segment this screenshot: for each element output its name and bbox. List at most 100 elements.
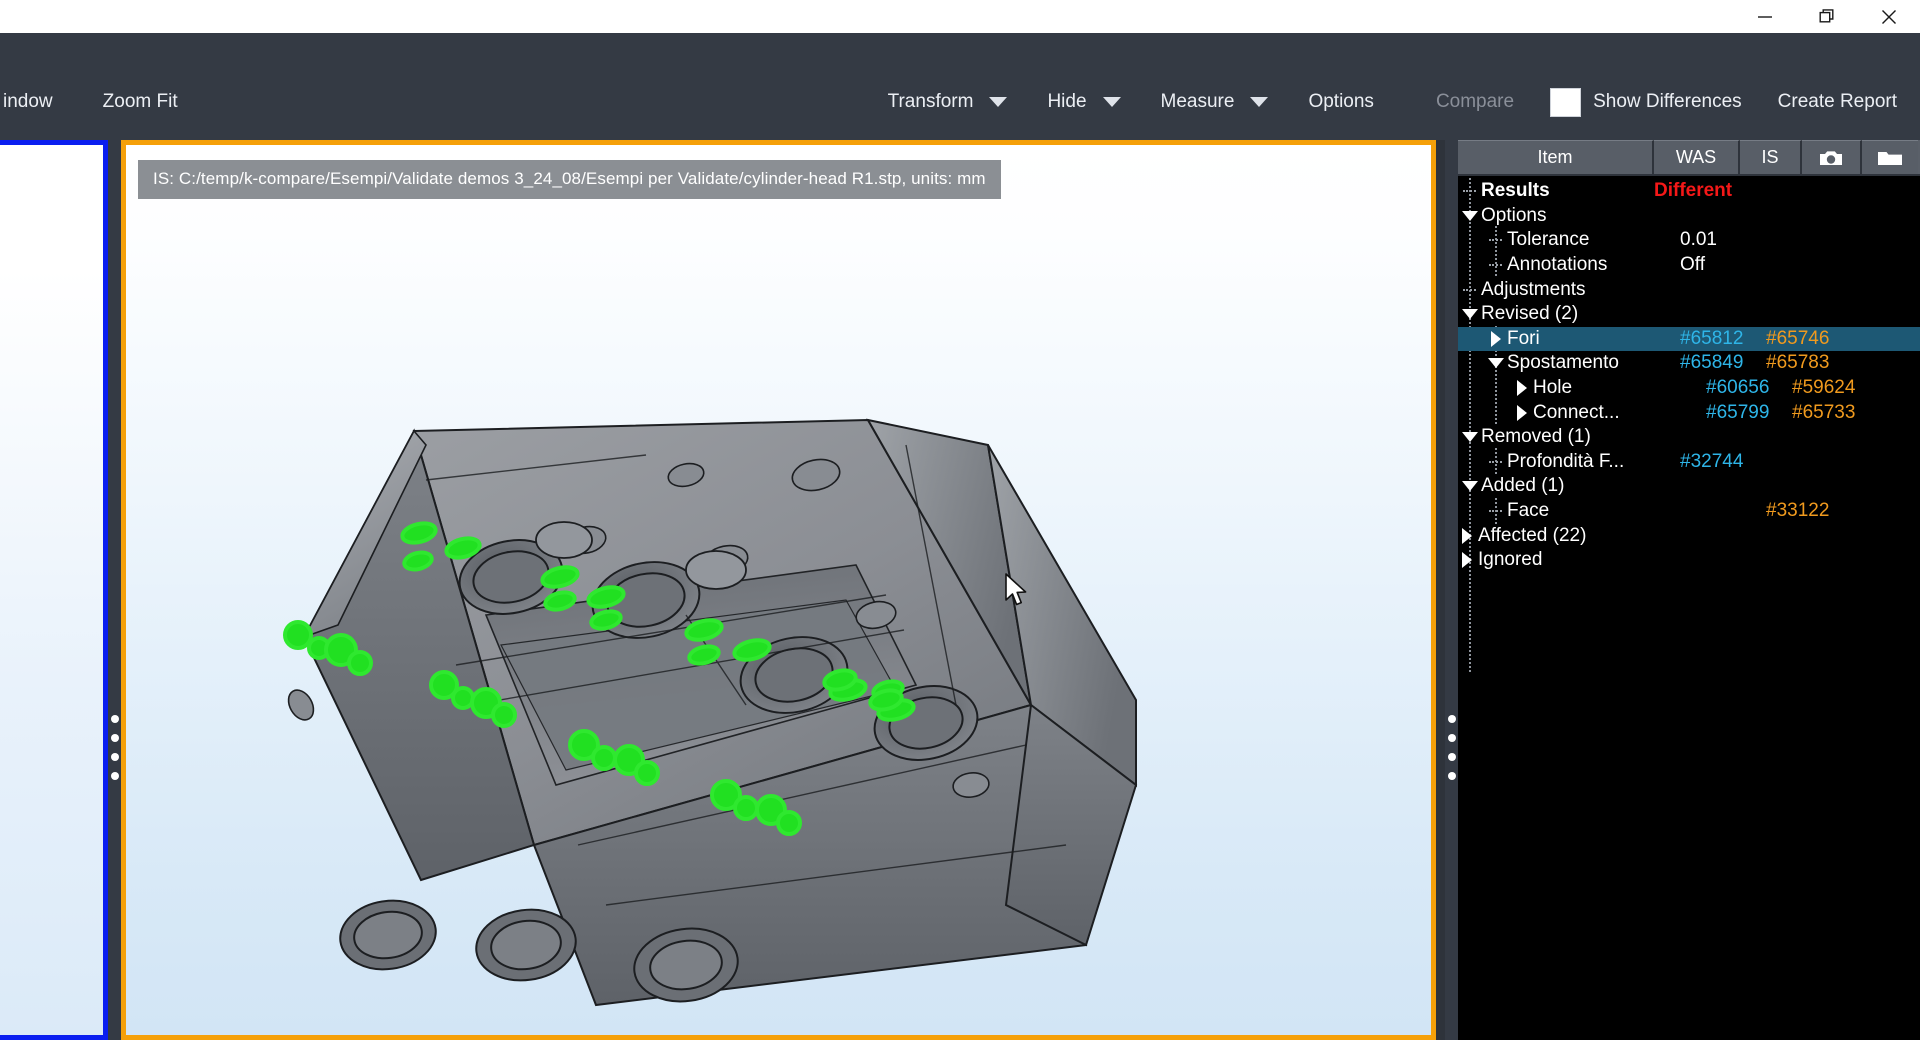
- cad-model-cylinder-head[interactable]: [126, 145, 1431, 1035]
- triangle-down-icon[interactable]: [1484, 358, 1507, 369]
- tree-row-options[interactable]: Options: [1458, 204, 1920, 229]
- tree-twisty-stub: [1484, 460, 1507, 463]
- tree-row-is-id: #65746: [1766, 327, 1830, 349]
- tree-row-results[interactable]: Results Different: [1458, 179, 1920, 204]
- splitter-grip-left[interactable]: [110, 715, 119, 780]
- tree-row-label: Tolerance: [1507, 229, 1590, 251]
- zoom-fit-button[interactable]: Zoom Fit: [94, 86, 187, 118]
- show-differences-toggle[interactable]: Show Differences: [1541, 83, 1751, 122]
- tree-row-was-id: #32744: [1680, 450, 1744, 472]
- tree-row-profondita[interactable]: Profondità F... #32744: [1458, 450, 1920, 475]
- restore-icon: [1819, 8, 1834, 22]
- tree-row-was-id: #65849: [1680, 352, 1744, 374]
- tree-row-tolerance[interactable]: Tolerance 0.01: [1458, 228, 1920, 253]
- minimize-icon: [1758, 15, 1772, 18]
- tree-row-label: Connect...: [1533, 401, 1620, 423]
- mouse-cursor: [1005, 573, 1027, 606]
- tree-row-label: Face: [1507, 500, 1550, 522]
- triangle-right-icon[interactable]: [1510, 380, 1533, 397]
- tree-row-label: Hole: [1533, 377, 1573, 399]
- triangle-right-icon[interactable]: [1455, 552, 1478, 569]
- tree-row-added[interactable]: Added (1): [1458, 474, 1920, 499]
- camera-icon: [1820, 150, 1842, 165]
- restore-button[interactable]: [1796, 0, 1858, 33]
- chevron-down-icon: [1250, 97, 1269, 107]
- tree-row-label: Annotations: [1507, 254, 1608, 276]
- tree-row-fori[interactable]: Fori #65812 #65746: [1458, 326, 1920, 352]
- triangle-down-icon[interactable]: [1458, 432, 1481, 443]
- tree-header-row: Item WAS IS: [1458, 140, 1920, 176]
- tree-row-revised[interactable]: Revised (2): [1458, 302, 1920, 327]
- viewport-splitter-right[interactable]: [1445, 140, 1458, 1040]
- tree-row-face[interactable]: Face #33122: [1458, 499, 1920, 524]
- show-differences-swatch[interactable]: [1550, 87, 1582, 117]
- menu-hide[interactable]: Hide: [1038, 86, 1129, 118]
- minimize-button[interactable]: [1734, 0, 1796, 33]
- menu-transform-label: Transform: [887, 91, 974, 112]
- tree-row-label: Ignored: [1478, 549, 1543, 571]
- tree-row-status: Different: [1654, 180, 1733, 202]
- zoom-fit-label: Zoom Fit: [102, 91, 178, 112]
- tree-row-was-id: #60656: [1706, 377, 1770, 399]
- comparison-results-panel: Item WAS IS Results Different Options To…: [1458, 140, 1920, 1040]
- tree-row-ignored[interactable]: Ignored: [1458, 548, 1920, 573]
- tree-row-is-id: #65733: [1792, 401, 1856, 423]
- triangle-down-icon[interactable]: [1458, 309, 1481, 320]
- was-viewport[interactable]: [0, 140, 108, 1040]
- create-report-button[interactable]: Create Report: [1769, 86, 1906, 118]
- column-header-folder[interactable]: [1862, 140, 1918, 174]
- tree-row-label: Revised (2): [1481, 303, 1579, 325]
- is-file-path-label: IS: C:/temp/k-compare/Esempi/Validate de…: [138, 160, 1001, 199]
- close-button[interactable]: [1858, 0, 1920, 33]
- is-viewport[interactable]: IS: C:/temp/k-compare/Esempi/Validate de…: [121, 140, 1436, 1040]
- tree-row-affected[interactable]: Affected (22): [1458, 523, 1920, 548]
- triangle-down-icon[interactable]: [1458, 481, 1481, 492]
- title-bar: [0, 0, 1920, 33]
- tree-rows[interactable]: Results Different Options Tolerance 0.01…: [1458, 176, 1920, 1038]
- tree-row-value: Off: [1680, 254, 1705, 276]
- triangle-down-icon[interactable]: [1458, 210, 1481, 221]
- folder-icon: [1878, 151, 1902, 165]
- options-label: Options: [1308, 91, 1374, 112]
- splitter-grip-right[interactable]: [1447, 715, 1456, 780]
- column-header-item[interactable]: Item: [1458, 140, 1654, 174]
- toolbar: indow Zoom Fit Transform Hide Measure Op…: [0, 33, 1920, 140]
- triangle-right-icon[interactable]: [1484, 330, 1507, 347]
- tree-row-annotations[interactable]: Annotations Off: [1458, 253, 1920, 278]
- menu-transform[interactable]: Transform: [879, 86, 1017, 118]
- tree-row-label: Options: [1481, 204, 1547, 226]
- tree-row-spostamento[interactable]: Spostamento #65849 #65783: [1458, 351, 1920, 376]
- tree-row-was-id: #65799: [1706, 401, 1770, 423]
- tree-row-is-id: #33122: [1766, 500, 1830, 522]
- model-geometry: [287, 418, 1138, 1007]
- tree-twisty-stub: [1484, 510, 1507, 513]
- triangle-right-icon[interactable]: [1510, 404, 1533, 421]
- tree-row-is-id: #59624: [1792, 377, 1856, 399]
- column-header-is[interactable]: IS: [1740, 140, 1802, 174]
- menu-window[interactable]: indow: [0, 86, 62, 118]
- column-header-was[interactable]: WAS: [1654, 140, 1740, 174]
- viewport-splitter-left[interactable]: [108, 140, 121, 1040]
- tree-row-is-id: #65783: [1766, 352, 1830, 374]
- create-report-label: Create Report: [1777, 91, 1897, 112]
- menu-window-label: indow: [3, 91, 53, 112]
- compare-label: Compare: [1435, 91, 1515, 112]
- close-icon: [1882, 9, 1896, 24]
- compare-button: Compare: [1427, 86, 1523, 118]
- tree-row-label: Added (1): [1481, 475, 1565, 497]
- tree-row-label: Results: [1481, 180, 1550, 202]
- chevron-down-icon: [1102, 97, 1121, 107]
- menu-measure[interactable]: Measure: [1152, 86, 1278, 118]
- tree-row-hole[interactable]: Hole #60656 #59624: [1458, 376, 1920, 401]
- tree-twisty-stub: [1458, 190, 1481, 193]
- chevron-down-icon: [989, 97, 1008, 107]
- tree-row-label: Removed (1): [1481, 426, 1591, 448]
- options-button[interactable]: Options: [1299, 86, 1382, 118]
- triangle-right-icon[interactable]: [1455, 527, 1478, 544]
- show-differences-label: Show Differences: [1593, 91, 1742, 112]
- tree-row-removed[interactable]: Removed (1): [1458, 425, 1920, 450]
- column-header-camera[interactable]: [1802, 140, 1862, 174]
- tree-row-adjustments[interactable]: Adjustments: [1458, 277, 1920, 302]
- tree-row-connect[interactable]: Connect... #65799 #65733: [1458, 400, 1920, 425]
- was-viewport-canvas[interactable]: [0, 145, 103, 1035]
